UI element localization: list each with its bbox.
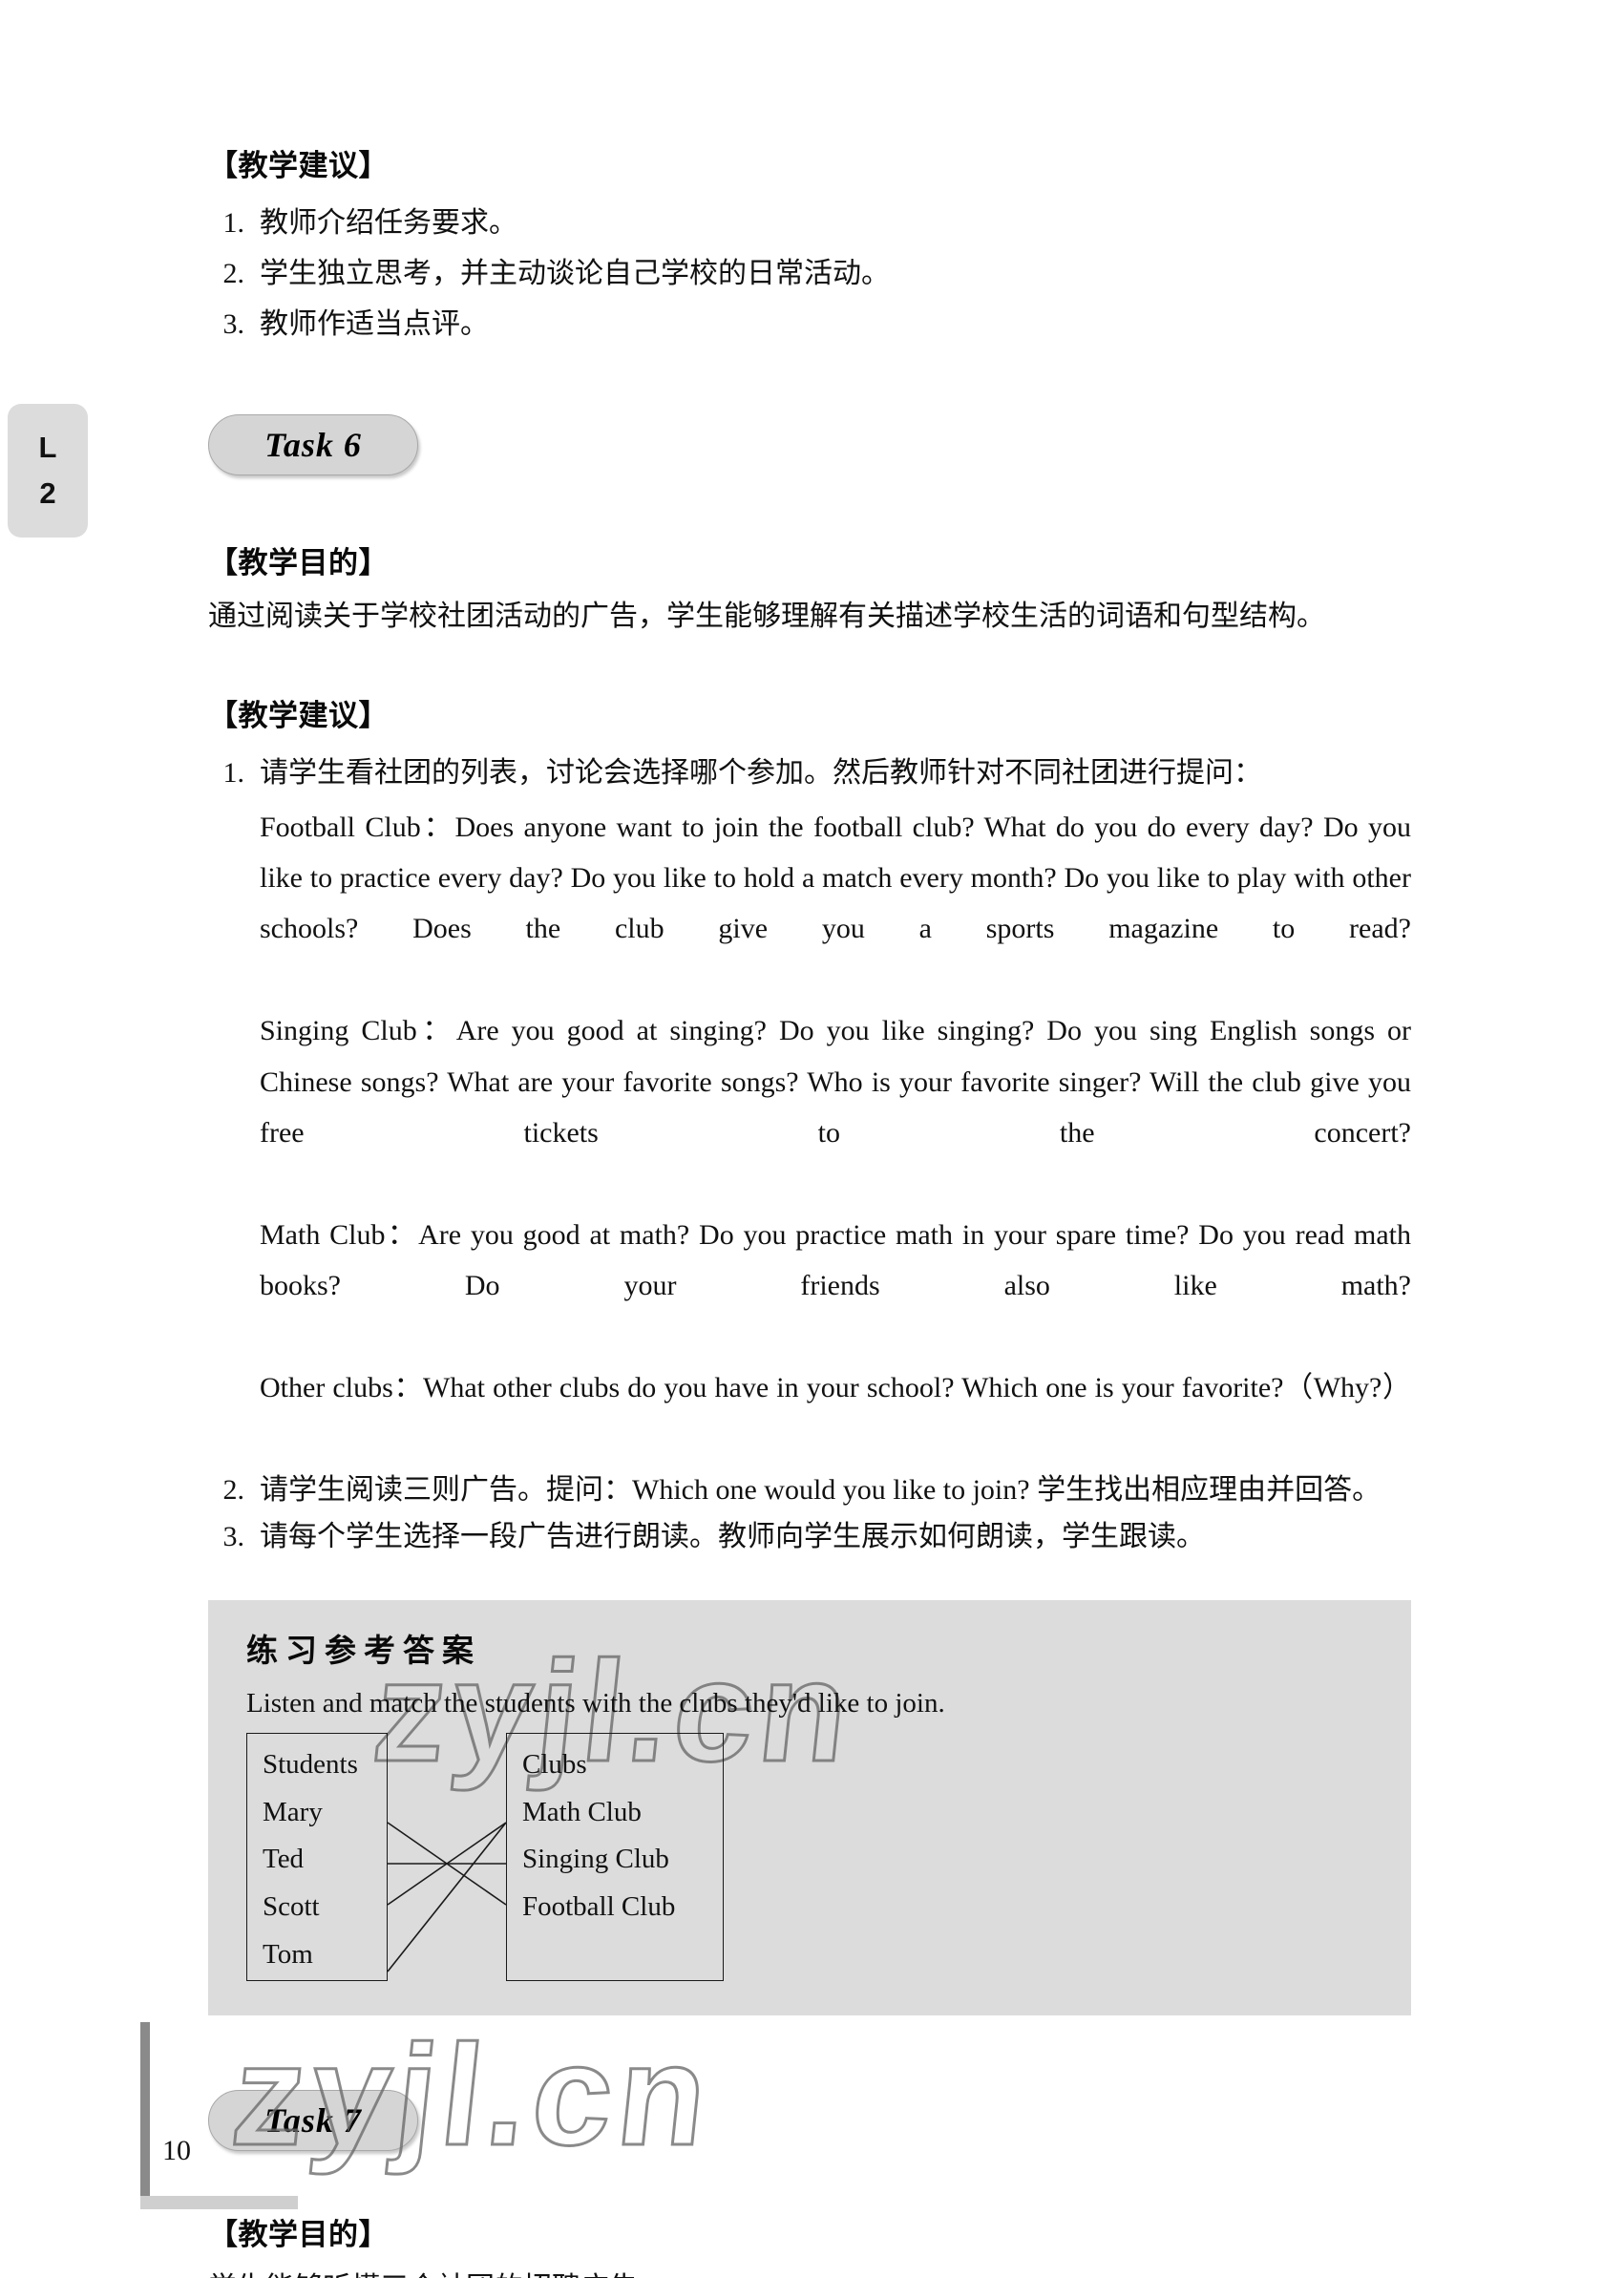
club-prompt-singing: Singing Club：Are you good at singing? Do… [260,1015,1411,1149]
side-tab-line-2: 2 [39,476,56,510]
list-marker: 1. [222,207,245,239]
answer-box-instruction: Listen and match the students with the c… [246,1687,945,1719]
task-6-purpose-text: 通过阅读关于学校社团活动的广告，学生能够理解有关描述学校生活的词语和句型结构。 [208,601,1325,632]
list-item: 2. 请学生阅读三则广告。提问：Which one would you like… [208,1468,1411,1511]
list-text: 请每个学生选择一段广告进行朗读。教师向学生展示如何朗读，学生跟读。 [260,1520,1205,1552]
match-line-mary-football [387,1822,507,1906]
list-item: 1. 教师介绍任务要求。 [208,201,1411,244]
club-prompt-math: Math Club：Are you good at math? Do you p… [260,1218,1411,1302]
match-line-scott-math [387,1822,507,1906]
student-name: Scott [263,1891,320,1923]
list-marker: 2. [222,1473,245,1506]
students-header: Students [263,1748,358,1780]
footer-vertical-rule [140,2022,150,2202]
matching-exercise: Students Mary Ted Scott Tom Clubs Math C… [246,1732,724,1981]
list-text: 请学生看社团的列表，讨论会选择哪个参加。然后教师针对不同社团进行提问： [260,756,1262,789]
task-7-label: Task 7 [264,2100,362,2140]
task-6-suggestion-heading: 【教学建议】 [208,698,389,732]
clubs-header: Clubs [522,1748,587,1780]
document-page: L 2 10 【教学建议】 1. 教师介绍任务要求。 2. 学生独立思考，并主动… [0,0,1624,2278]
task-7-purpose-heading: 【教学目的】 [208,2217,389,2251]
club-name: Singing Club [522,1844,669,1875]
list-marker: 1. [222,756,245,789]
task-7-pill: Task 7 [208,2089,418,2151]
students-column: Students Mary Ted Scott Tom [246,1732,388,1981]
match-line-tom-math [387,1822,507,1972]
top-suggestion-list: 1. 教师介绍任务要求。 2. 学生独立思考，并主动谈论自己学校的日常活动。 3… [208,201,1411,346]
task-6-label: Task 6 [264,426,362,464]
list-item: 3. 教师作适当点评。 [208,303,1411,346]
student-name: Ted [263,1844,305,1875]
task-7-purpose-text: 学生能够听懂三个社团的招聘广告。 [208,2268,1411,2278]
list-marker: 3. [222,308,245,340]
list-item: 3. 请每个学生选择一段广告进行朗读。教师向学生展示如何朗读，学生跟读。 [208,1515,1411,1558]
list-item: 1. 请学生看社团的列表，讨论会选择哪个参加。然后教师针对不同社团进行提问： [208,751,1411,794]
content-column: 【教学建议】 1. 教师介绍任务要求。 2. 学生独立思考，并主动谈论自己学校的… [208,0,1411,2278]
list-marker: 3. [222,1520,245,1552]
task-6-pill: Task 6 [208,414,418,475]
club-name: Football Club [522,1891,676,1923]
list-marker: 2. [222,258,245,289]
page-number: 10 [162,2135,191,2166]
list-text: 请学生阅读三则广告。提问：Which one would you like to… [260,1473,1381,1506]
student-name: Mary [263,1796,323,1827]
list-text: 教师介绍任务要求。 [260,207,517,239]
clubs-column: Clubs Math Club Singing Club Football Cl… [506,1732,724,1981]
club-name: Math Club [522,1796,642,1827]
club-prompt-other: Other clubs：What other clubs do you have… [260,1371,1411,1403]
side-tab-marker: L 2 [8,404,88,538]
task-6-purpose-heading: 【教学目的】 [208,546,389,580]
list-text: 学生独立思考，并主动谈论自己学校的日常活动。 [260,258,890,289]
side-tab-line-1: L [38,430,57,464]
list-item: 2. 学生独立思考，并主动谈论自己学校的日常活动。 [208,252,1411,295]
club-prompt-football: Football Club：Does anyone want to join t… [260,811,1411,945]
list-text: 教师作适当点评。 [260,308,489,340]
top-suggestion-heading: 【教学建议】 [208,149,389,182]
answer-box-title: 练习参考答案 [246,1632,481,1668]
answer-reference-box: zyjl.cn 练习参考答案 Listen and match the stud… [208,1599,1411,2015]
student-name: Tom [263,1939,313,1971]
